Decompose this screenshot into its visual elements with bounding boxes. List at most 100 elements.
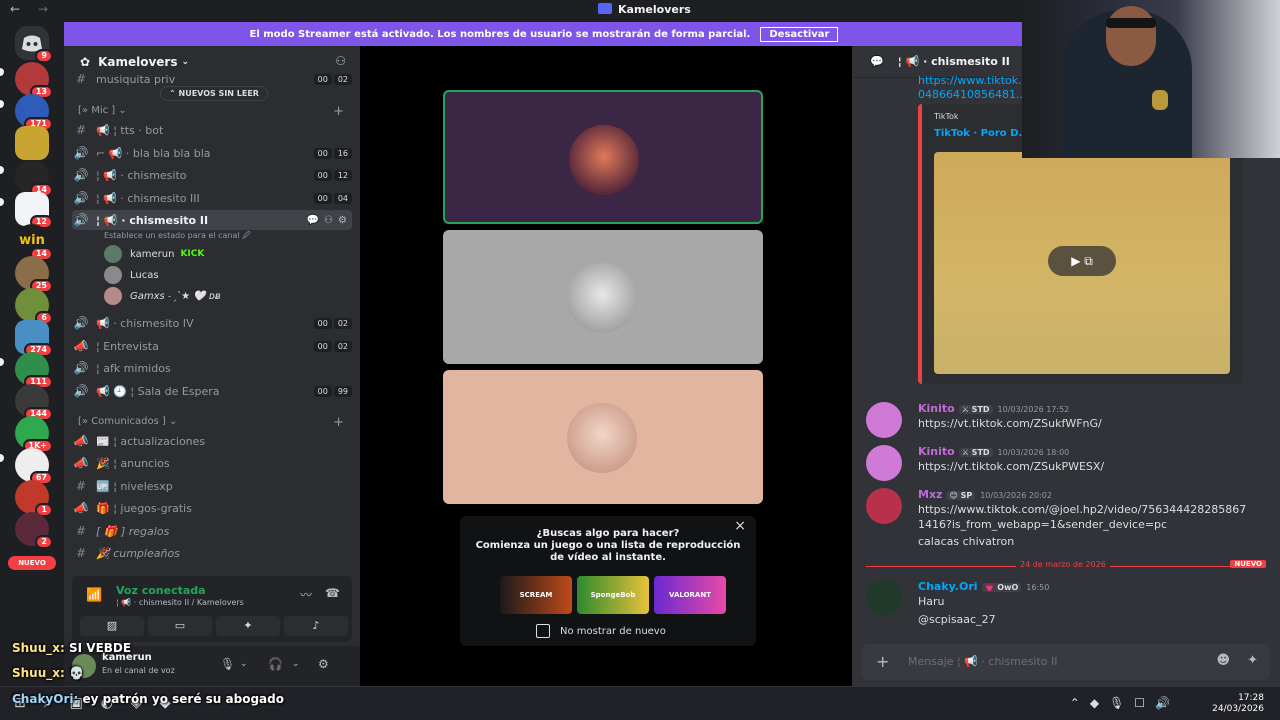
channel-chismesito-iii[interactable]: 🔊 ¦ 📢 · chismesito III 00 04 <box>72 188 352 208</box>
emoji-icon[interactable]: ☻ <box>1216 653 1230 668</box>
system-tray-icons[interactable]: ⌃◆🎙☐🔊 <box>1070 696 1180 710</box>
game-scream[interactable]: SCREAM <box>500 576 572 614</box>
channel-status-hint[interactable]: Establece un estado para el canal 🖉 <box>104 230 251 244</box>
checkbox-box[interactable] <box>536 624 550 638</box>
deactivate-button[interactable]: Desactivar <box>760 26 839 42</box>
disconnect-icon[interactable]: ☎ <box>325 586 340 600</box>
glasses <box>1106 18 1156 28</box>
signal-icon[interactable]: 📶 <box>86 588 102 603</box>
channel-afk[interactable]: 🔊 ¦ afk mimidos <box>72 358 352 378</box>
message-header: Kinito ⚔ STD 10/03/2026 17:52 <box>918 402 1070 415</box>
plus-icon[interactable]: + <box>876 652 889 671</box>
channel-tts-bot[interactable]: # 📢 ¦ tts · bot <box>72 120 352 140</box>
chevron-down-icon: ⌄ <box>181 57 190 67</box>
avatar[interactable] <box>866 402 902 438</box>
channel-cumpleanos[interactable]: # 🎉 cumpleaños <box>72 543 352 563</box>
clock[interactable]: 17:28 24/03/2026 <box>1212 693 1264 715</box>
server-icon-3[interactable] <box>15 126 49 160</box>
server-icon-win[interactable]: win 14 <box>15 224 53 261</box>
add-channel-icon[interactable]: + <box>333 415 344 430</box>
channel-juegos-gratis[interactable]: 📣 🎁 ¦ juegos-gratis <box>72 498 352 518</box>
discord-window: ← → Kamelovers El modo Streamer está act… <box>0 0 1280 720</box>
add-channel-icon[interactable]: + <box>333 104 344 119</box>
server-icon-7[interactable]: 6 <box>15 288 53 325</box>
avatar <box>567 263 637 333</box>
channel-anuncios[interactable]: 📣 🎉 ¦ anuncios <box>72 453 352 473</box>
speaker-icon: 🔊 <box>73 213 89 227</box>
message-composer[interactable]: + Mensaje ¦ 📢 · chismesito II ☻ ✦ <box>862 644 1270 680</box>
message-body[interactable]: https://vt.tiktok.com/ZSukfWFnG/ <box>918 416 1248 431</box>
server-icon-4[interactable]: 14 <box>15 160 53 197</box>
voice-user-gamxs[interactable]: Gamxs ˗ˏˋ★ 🤍 ᴅᴃ <box>104 287 221 305</box>
game-spongebob[interactable]: SpongeBob <box>577 576 649 614</box>
channel-sala-espera[interactable]: 🔊 📢 🕘 ¦ Sala de Espera 00 99 <box>72 381 352 401</box>
server-icon-14[interactable]: 2 <box>15 512 53 549</box>
channel-chismesito[interactable]: 🔊 ¦ 📢 · chismesito 00 12 <box>72 165 352 185</box>
video-tile-1[interactable] <box>443 90 763 224</box>
channel-nivelesxp[interactable]: # 🆙 ¦ nivelesxp <box>72 476 352 496</box>
channel-chismesito-ii[interactable]: 🔊 ¦ 📢 · chismesito II 💬⚇⚙ <box>72 210 352 230</box>
voice-user-lucas[interactable]: Lucas <box>104 266 159 284</box>
video-tile-2[interactable] <box>443 230 763 364</box>
forward-arrow-icon[interactable]: → <box>38 2 48 16</box>
channel-tools-icons[interactable]: 💬⚇⚙ <box>307 215 352 226</box>
embed-video[interactable]: ▶ ⧉ <box>934 152 1230 374</box>
headphones-icon[interactable]: 🎧 <box>268 657 283 671</box>
apps-icon[interactable]: ✦ <box>1247 653 1258 668</box>
message-body[interactable]: https://www.tiktok.com/@joel.hp2/video/7… <box>918 502 1248 532</box>
chevron-down-icon[interactable]: ⌄ <box>292 659 300 669</box>
back-arrow-icon[interactable]: ← <box>10 2 20 16</box>
noise-suppression-icon[interactable]: 〰 <box>300 586 312 603</box>
message-body[interactable]: https://vt.tiktok.com/ZSukPWESX/ <box>918 459 1248 474</box>
popup-description: Comienza un juego o una lista de reprodu… <box>475 540 741 563</box>
discord-home-icon[interactable]: 9 <box>15 26 53 63</box>
channel-actualizaciones[interactable]: 📣 📰 ¦ actualizaciones <box>72 431 352 451</box>
server-icon-12[interactable]: 67 <box>15 448 53 485</box>
chevron-down-icon[interactable]: ⌄ <box>240 659 248 669</box>
channel-chismesito-iv[interactable]: 🔊 📢 · chismesito IV 00 02 <box>72 313 352 333</box>
dont-show-again-checkbox[interactable]: No mostrar de nuevo <box>536 624 666 638</box>
server-icon-2[interactable]: 171 <box>15 94 53 131</box>
video-tile-3[interactable] <box>443 370 763 504</box>
stream-chat-line-2: Shuu_x: 💀 <box>12 666 84 680</box>
channel-bla-bla[interactable]: 🔊 ⌐ 📢 · bla bla bla bla 00 16 <box>72 143 352 163</box>
server-icon-13[interactable]: 1 <box>15 480 53 517</box>
user-status: En el canal de voz <box>102 666 175 675</box>
voice-status[interactable]: Voz conectada <box>116 584 206 597</box>
play-icon[interactable]: ▶ ⧉ <box>1048 246 1116 276</box>
server-icon-10[interactable]: 144 <box>15 384 53 421</box>
avatar[interactable] <box>866 488 902 524</box>
server-icon-1[interactable]: 13 <box>15 62 53 99</box>
voice-user-kamerun[interactable]: kamerun KICK <box>104 245 204 263</box>
thread-icon[interactable]: 💬 <box>870 55 884 68</box>
activities-button[interactable]: ✦ <box>216 616 280 636</box>
soundboard-button[interactable]: ♪ <box>284 616 348 636</box>
share-screen-button[interactable]: ▭ <box>148 616 212 636</box>
avatar[interactable] <box>866 445 902 481</box>
top-link[interactable]: https://www.tiktok... 04866410856481... <box>918 74 1029 102</box>
add-user-icon[interactable]: ⚇ <box>335 54 346 68</box>
composer-placeholder[interactable]: Mensaje ¦ 📢 · chismesito II <box>908 655 1058 668</box>
server-icon-6[interactable]: 25 <box>15 256 53 293</box>
channel-regalos[interactable]: #[ 🎁 ] regalos <box>72 521 352 541</box>
new-servers-pill[interactable]: NUEVO <box>8 556 56 570</box>
microphone-icon[interactable]: 🎙 <box>220 657 235 671</box>
close-icon[interactable]: × <box>734 518 746 534</box>
server-icon-8[interactable]: 274 <box>15 320 53 357</box>
server-icon-9[interactable]: 111 <box>15 352 53 389</box>
speaker-icon: 🔊 <box>73 146 89 160</box>
channel-entrevista[interactable]: 📣 ¦ Entrevista 00 02 <box>72 336 352 356</box>
settings-gear-icon[interactable]: ⚙ <box>318 657 329 671</box>
message-body-2: @scpisaac_27 <box>918 613 996 626</box>
game-valorant[interactable]: VALORANT <box>654 576 726 614</box>
avatar[interactable] <box>866 580 902 616</box>
camera-off-button[interactable]: ▨ <box>80 616 144 636</box>
channel-musiquita-priv[interactable]: # musiquita priv 00 02 <box>72 72 352 86</box>
server-icon-5[interactable]: 12 <box>15 192 53 229</box>
server-icon-11[interactable]: 1K+ <box>15 416 53 453</box>
hash-icon: # <box>75 479 87 493</box>
embed-title[interactable]: TikTok · Poro D... <box>934 128 1030 139</box>
new-unread-pill[interactable]: ⌃ NUEVOS SIN LEER <box>160 86 268 101</box>
category-comunicados[interactable]: [» Comunicados ] ⌄ + <box>78 415 344 430</box>
category-mic[interactable]: [» Mic ] ⌄ + <box>78 104 344 119</box>
